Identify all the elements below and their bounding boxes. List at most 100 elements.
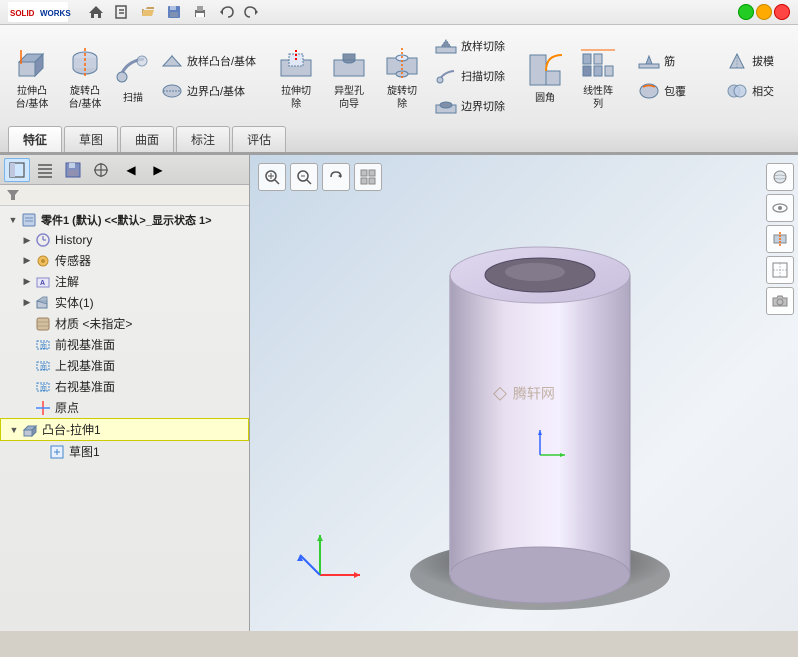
- boundary-icon: [161, 80, 183, 102]
- close-button[interactable]: [774, 4, 790, 20]
- sketch1-icon: [48, 444, 66, 460]
- svg-text:面: 面: [40, 342, 47, 350]
- maximize-button[interactable]: [756, 4, 772, 20]
- loft-cut-icon: [435, 35, 457, 57]
- redo-button[interactable]: [240, 0, 264, 24]
- boundary-button[interactable]: 边界凸/基体: [155, 77, 262, 105]
- boundary-cut-icon: [435, 95, 457, 117]
- tab-sketch[interactable]: 草图: [64, 126, 118, 152]
- hole-wizard-button[interactable]: 异型孔向导: [323, 36, 375, 116]
- tree-extrude1-item[interactable]: ▼ 凸台-拉伸1: [0, 418, 249, 441]
- tree-origin-item[interactable]: ▶ 原点: [0, 397, 249, 418]
- extrude-boss-icon: [12, 43, 52, 83]
- panel-forward-button[interactable]: ▶: [145, 158, 171, 182]
- quick-access-toolbar: [84, 0, 264, 24]
- misc2-group: 拔模 相交: [720, 36, 798, 116]
- hole-wizard-icon: [329, 43, 369, 83]
- panel-back-button[interactable]: ◀: [118, 158, 144, 182]
- draft-icon: [726, 50, 748, 72]
- top-plane-icon: 面: [34, 358, 52, 374]
- rib-icon: [638, 50, 660, 72]
- loft-cut-button[interactable]: 放样切除: [429, 32, 511, 60]
- print-button[interactable]: [188, 0, 212, 24]
- panel-view-button[interactable]: [4, 158, 30, 182]
- open-button[interactable]: [136, 0, 160, 24]
- revolve-cut-icon: [382, 43, 422, 83]
- tree-root-item[interactable]: ▼ 零件1 (默认) <<默认>_显示状态 1>: [0, 210, 249, 230]
- tab-annotation[interactable]: 标注: [176, 126, 230, 152]
- extrude-boss-label: 拉伸凸 台/基体: [10, 85, 54, 111]
- linear-pattern-button[interactable]: 线性阵列: [572, 36, 624, 116]
- svg-text:WORKS: WORKS: [40, 9, 71, 18]
- wrap-button[interactable]: 包覆: [632, 77, 712, 105]
- intersect-button[interactable]: 相交: [720, 77, 798, 105]
- tab-surface[interactable]: 曲面: [120, 126, 174, 152]
- tree-material-item[interactable]: ▶ 材质 <未指定>: [0, 313, 249, 334]
- panel-nav-buttons: ◀ ▶: [118, 158, 171, 182]
- home-button[interactable]: [84, 0, 108, 24]
- filter-icon: [6, 188, 20, 202]
- origin-icon: [34, 400, 52, 416]
- draft-button[interactable]: 拔模: [720, 47, 798, 75]
- fillet-icon: [525, 50, 565, 90]
- cut-group: 放样切除 扫描切除: [429, 36, 511, 116]
- fillet-button[interactable]: 圆角: [519, 36, 571, 116]
- svg-text:面: 面: [40, 363, 47, 371]
- fillet-label: 圆角: [535, 92, 555, 105]
- app-logo: SOLID WORKS: [8, 2, 68, 22]
- filter-row: [0, 185, 249, 206]
- extrude-cut-icon: [276, 43, 316, 83]
- solid-icon: [34, 295, 52, 311]
- revolve-cut-label: 旋转切除: [387, 85, 417, 111]
- sensor-icon: [34, 253, 52, 269]
- linear-pattern-label: 线性阵列: [583, 85, 613, 111]
- revolve-cut-button[interactable]: 旋转切除: [376, 36, 428, 116]
- feature-tree: ▼ 零件1 (默认) <<默认>_显示状态 1> ▶: [0, 206, 249, 631]
- tab-features[interactable]: 特征: [8, 126, 62, 152]
- linear-pattern-icon: [578, 43, 618, 83]
- extrude-cut-button[interactable]: 拉伸切除: [270, 36, 322, 116]
- panel-crosshair-button[interactable]: [88, 158, 114, 182]
- tree-top-plane-item[interactable]: ▶ 面 上视基准面: [0, 355, 249, 376]
- new-button[interactable]: [110, 0, 134, 24]
- panel-list-button[interactable]: [32, 158, 58, 182]
- tree-front-plane-item[interactable]: ▶ 面 前视基准面: [0, 334, 249, 355]
- part-icon: [20, 212, 38, 228]
- rib-button[interactable]: 筋: [632, 47, 712, 75]
- save-button[interactable]: [162, 0, 186, 24]
- tree-solid-item[interactable]: ▶ 实体(1): [0, 292, 249, 313]
- tree-annotation-item[interactable]: ▶ A 注解: [0, 271, 249, 292]
- tree-history-item[interactable]: ▶ History: [0, 230, 249, 250]
- loft-icon: [161, 50, 183, 72]
- extrude-boss-button[interactable]: 拉伸凸 台/基体: [6, 36, 58, 116]
- misc-group: 筋 包覆: [632, 36, 712, 116]
- front-plane-icon: 面: [34, 337, 52, 353]
- intersect-icon: [726, 80, 748, 102]
- svg-text:SOLID: SOLID: [10, 9, 35, 18]
- loft-group: 放样凸台/基体 边界凸/基体: [155, 36, 262, 116]
- svg-text:面: 面: [40, 384, 47, 392]
- minimize-button[interactable]: [738, 4, 754, 20]
- revolve-boss-icon: [65, 43, 105, 83]
- tab-evaluate[interactable]: 评估: [232, 126, 286, 152]
- history-icon: [34, 232, 52, 248]
- tree-sensor-item[interactable]: ▶ 传感器: [0, 250, 249, 271]
- sweep-cut-button[interactable]: 扫描切除: [429, 62, 511, 90]
- tree-right-plane-item[interactable]: ▶ 面 右视基准面: [0, 376, 249, 397]
- svg-text:A: A: [40, 280, 45, 287]
- model-svg: [250, 155, 798, 631]
- revolve-boss-label: 旋转凸台/基体: [69, 85, 102, 111]
- revolve-boss-button[interactable]: 旋转凸台/基体: [59, 36, 111, 116]
- tree-sketch1-item[interactable]: ▶ 草图1: [0, 441, 249, 462]
- panel-save-button[interactable]: [60, 158, 86, 182]
- annotation-icon: A: [34, 274, 52, 290]
- sweep-label: 扫描: [123, 92, 143, 105]
- loft-button[interactable]: 放样凸台/基体: [155, 47, 262, 75]
- hole-wizard-label: 异型孔向导: [334, 85, 364, 111]
- undo-button[interactable]: [214, 0, 238, 24]
- 3d-viewport[interactable]: ◇ 腾轩网: [250, 155, 798, 631]
- sweep-cut-icon: [435, 65, 457, 87]
- material-icon: [34, 316, 52, 332]
- boundary-cut-button[interactable]: 边界切除: [429, 92, 511, 120]
- sweep-button[interactable]: 扫描: [112, 36, 154, 116]
